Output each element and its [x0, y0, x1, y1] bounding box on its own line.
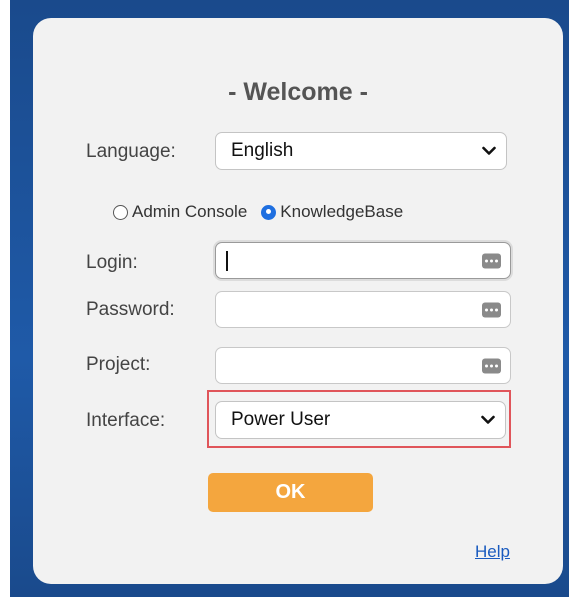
radio-admin-console[interactable]	[113, 204, 128, 220]
text-caret	[226, 251, 228, 271]
project-label: Project:	[86, 354, 151, 375]
login-panel: - Welcome - Language: English Admin Cons…	[33, 18, 563, 584]
password-input[interactable]	[215, 291, 511, 328]
interface-select-value: Power User	[231, 409, 331, 430]
language-label: Language:	[86, 141, 176, 162]
page-title: - Welcome -	[228, 78, 368, 106]
help-link[interactable]: Help	[475, 542, 510, 562]
login-input[interactable]	[215, 242, 511, 279]
project-input[interactable]	[215, 347, 511, 384]
login-label: Login:	[86, 252, 138, 273]
key-dots-icon[interactable]	[482, 253, 501, 268]
ok-button[interactable]: OK	[208, 473, 373, 512]
interface-label: Interface:	[86, 410, 166, 431]
language-select-value: English	[231, 140, 294, 161]
chevron-down-icon	[482, 146, 496, 155]
radio-knowledgebase[interactable]	[261, 204, 277, 220]
radio-knowledgebase-label: KnowledgeBase	[280, 202, 404, 221]
interface-select[interactable]: Power User	[215, 401, 506, 439]
window-frame: - Welcome - Language: English Admin Cons…	[10, 0, 569, 597]
key-dots-icon[interactable]	[482, 358, 501, 373]
radio-admin-console-label: Admin Console	[132, 202, 248, 221]
language-select[interactable]: English	[215, 132, 507, 170]
mode-radio-group: Admin Console KnowledgeBase	[113, 202, 403, 222]
chevron-down-icon	[481, 415, 495, 424]
key-dots-icon[interactable]	[482, 302, 501, 317]
password-label: Password:	[86, 299, 175, 320]
